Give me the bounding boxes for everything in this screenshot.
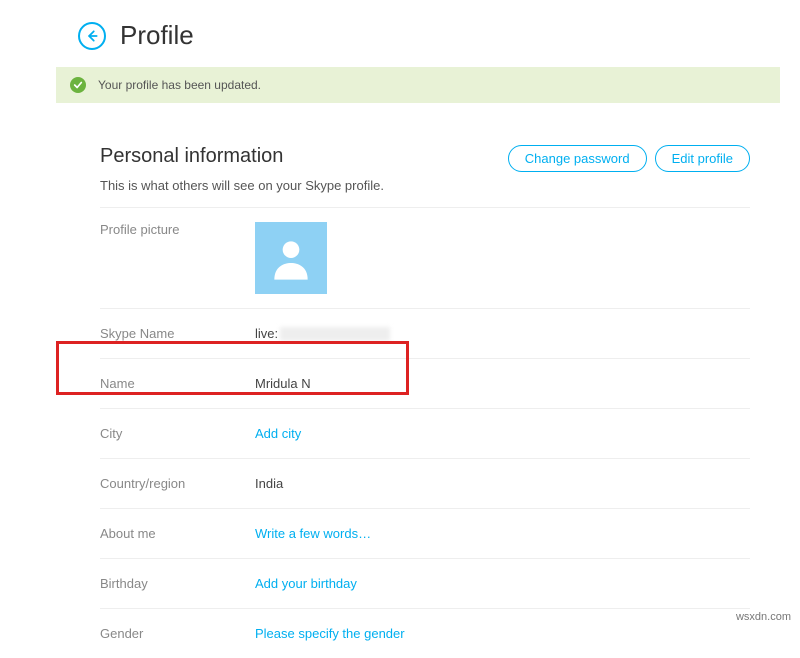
- banner-message: Your profile has been updated.: [98, 78, 261, 92]
- row-city: City Add city: [100, 408, 750, 458]
- person-icon: [271, 236, 311, 280]
- success-banner: Your profile has been updated.: [56, 67, 780, 103]
- avatar[interactable]: [255, 222, 327, 294]
- label-name: Name: [100, 376, 255, 391]
- label-gender: Gender: [100, 626, 255, 641]
- link-add-gender[interactable]: Please specify the gender: [255, 626, 405, 641]
- back-button[interactable]: [78, 22, 106, 50]
- link-add-city[interactable]: Add city: [255, 426, 301, 441]
- value-skype-name: live:: [255, 326, 390, 341]
- change-password-button[interactable]: Change password: [508, 145, 647, 172]
- row-name: Name Mridula N: [100, 358, 750, 408]
- row-birthday: Birthday Add your birthday: [100, 558, 750, 608]
- page-title: Profile: [120, 20, 194, 51]
- check-circle-icon: [70, 77, 86, 93]
- arrow-left-icon: [85, 29, 99, 43]
- row-skype-name: Skype Name live:: [100, 308, 750, 358]
- watermark: wsxdn.com: [733, 610, 794, 624]
- label-skype-name: Skype Name: [100, 326, 255, 341]
- link-add-about[interactable]: Write a few words…: [255, 526, 371, 541]
- row-gender: Gender Please specify the gender: [100, 608, 750, 658]
- value-country: India: [255, 476, 283, 491]
- value-name: Mridula N: [255, 376, 311, 391]
- row-profile-picture: Profile picture: [100, 207, 750, 308]
- label-city: City: [100, 426, 255, 441]
- label-about: About me: [100, 526, 255, 541]
- skype-name-prefix: live:: [255, 326, 278, 341]
- link-add-birthday[interactable]: Add your birthday: [255, 576, 357, 591]
- label-birthday: Birthday: [100, 576, 255, 591]
- row-country: Country/region India: [100, 458, 750, 508]
- edit-profile-button[interactable]: Edit profile: [655, 145, 750, 172]
- label-profile-picture: Profile picture: [100, 222, 255, 237]
- section-subtitle: This is what others will see on your Sky…: [100, 178, 750, 193]
- section-title: Personal information: [100, 145, 283, 168]
- redacted-block: [280, 327, 390, 341]
- row-about: About me Write a few words…: [100, 508, 750, 558]
- label-country: Country/region: [100, 476, 255, 491]
